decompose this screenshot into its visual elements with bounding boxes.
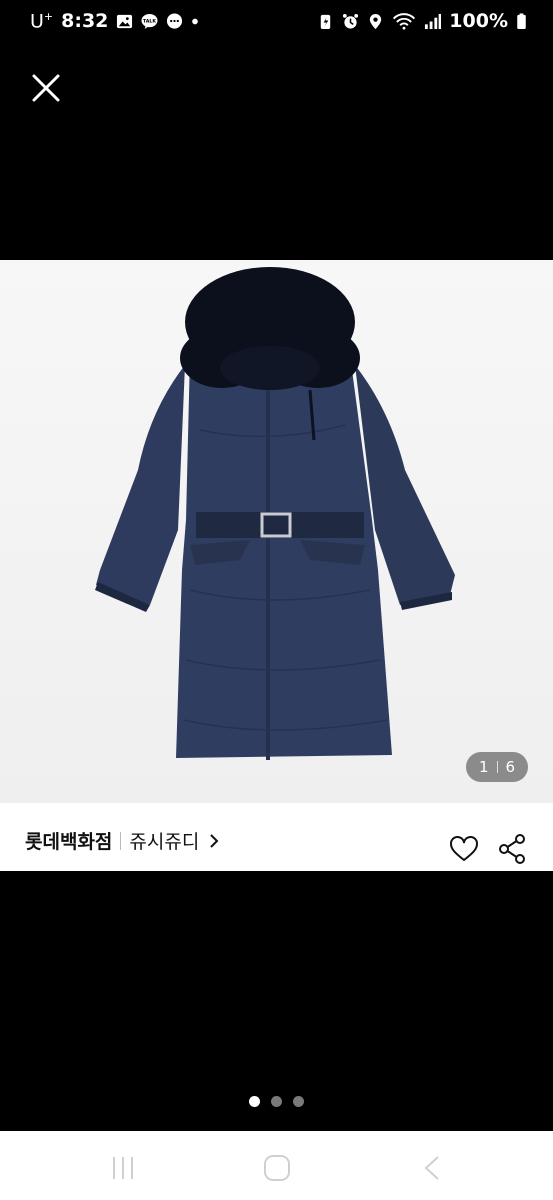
status-time: 8:32 [61, 10, 109, 33]
system-nav-bar [0, 1131, 553, 1200]
status-bar: U+ 8:32 TALK 100% [0, 0, 553, 44]
chevron-right-icon [210, 833, 219, 848]
gallery-icon [117, 14, 133, 28]
page-dot-active[interactable] [249, 1096, 260, 1107]
page-dot[interactable] [271, 1096, 282, 1107]
heart-icon[interactable] [449, 835, 479, 863]
signal-icon [425, 13, 442, 29]
dot-icon [192, 18, 199, 24]
back-icon[interactable] [418, 1153, 448, 1183]
page-indicator [0, 1096, 553, 1107]
battery-icon [517, 12, 526, 29]
image-counter: 1 6 [466, 752, 528, 782]
battery-saver-icon [321, 14, 331, 29]
store-name: 롯데백화점 [25, 831, 113, 853]
counter-current: 1 [478, 758, 489, 776]
message-icon [167, 13, 183, 29]
coat-illustration [95, 267, 455, 760]
svg-text:TALK: TALK [143, 18, 157, 24]
counter-separator [496, 761, 498, 773]
counter-total: 6 [505, 758, 516, 776]
page-dot[interactable] [293, 1096, 304, 1107]
battery-percent: 100% [449, 10, 508, 32]
wifi-icon [393, 12, 416, 30]
brand-name: 쥬시쥬디 [129, 831, 200, 853]
home-icon[interactable] [262, 1153, 292, 1183]
alarm-icon [343, 13, 359, 29]
carrier-label: U+ [30, 10, 54, 33]
store-link[interactable]: 롯데백화점 쥬시쥬디 [25, 827, 219, 854]
product-info-bar: 롯데백화점 쥬시쥬디 [0, 803, 553, 871]
share-icon[interactable] [498, 833, 526, 865]
close-button[interactable] [28, 70, 64, 106]
store-divider [120, 831, 122, 850]
recent-apps-icon[interactable] [108, 1153, 138, 1183]
location-icon [370, 13, 382, 29]
product-image[interactable]: 1 6 [0, 260, 553, 803]
kakaotalk-icon: TALK [141, 13, 158, 29]
